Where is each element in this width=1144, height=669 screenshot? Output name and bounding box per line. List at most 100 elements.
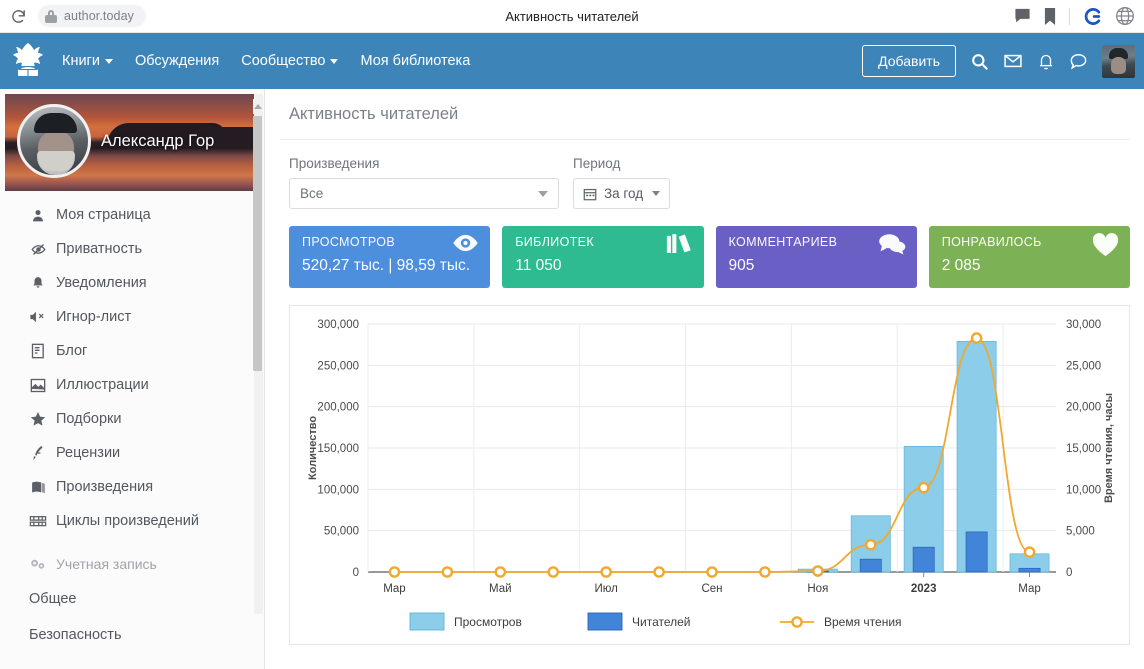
line-marker-reading-time[interactable]: [1023, 546, 1036, 558]
sidebar-item-illustrations[interactable]: Иллюстрации: [0, 368, 264, 402]
nav-link-books-label: Книги: [62, 53, 100, 69]
sidebar-item-work-cycles[interactable]: Циклы произведений: [0, 504, 264, 538]
bell-icon[interactable]: [1037, 52, 1055, 71]
y2-axis-tick-label: 5,000: [1066, 526, 1095, 538]
y2-axis-title: Время чтения, часы: [1103, 393, 1115, 503]
sidebar-item-label: Подборки: [56, 411, 122, 427]
y-axis-tick-label: 300,000: [317, 319, 359, 331]
y-axis-tick-label: 0: [353, 567, 359, 579]
sidebar-item-label: Блог: [56, 343, 88, 359]
address-bar[interactable]: author.today: [38, 5, 147, 27]
panel-header: Активность читателей: [280, 89, 1130, 140]
sidebar-scroll-thumb[interactable]: [253, 116, 262, 371]
sidebar-item-general[interactable]: Общее: [0, 581, 264, 617]
sidebar-item-notifications[interactable]: Уведомления: [0, 266, 264, 300]
line-marker-reading-time[interactable]: [388, 566, 401, 578]
filter-period-label: Период: [573, 156, 621, 171]
nav-link-community[interactable]: Сообщество: [241, 53, 339, 69]
stat-card-value: 11 050: [515, 257, 562, 274]
sidebar-item-reviews[interactable]: Рецензии: [0, 436, 264, 470]
reader-activity-chart[interactable]: 0 0 50,000 5,000 100,000 10,000 150,000 15,000 2…: [290, 306, 1136, 644]
sidebar-item-blog[interactable]: Блог: [0, 334, 264, 368]
comments-icon: [878, 233, 906, 260]
nav-link-books[interactable]: Книги: [62, 53, 113, 69]
book-icon: [29, 480, 47, 495]
line-marker-reading-time[interactable]: [970, 332, 983, 344]
sidebar-item-ignore-list[interactable]: Игнор-лист: [0, 300, 264, 334]
line-marker-reading-time[interactable]: [864, 538, 877, 551]
legend-label: Просмотров: [454, 615, 522, 629]
image-icon: [29, 378, 47, 393]
sidebar-item-my-page[interactable]: Моя страница: [0, 198, 264, 232]
search-icon[interactable]: [970, 52, 989, 71]
globe-icon[interactable]: [1115, 6, 1135, 26]
bar-readers[interactable]: [965, 531, 988, 573]
note-edit-icon: [29, 343, 47, 359]
chat-bubble-icon[interactable]: [1069, 52, 1088, 71]
legend-marker: [791, 616, 803, 628]
address-bar-url: author.today: [64, 9, 135, 23]
extension-c-icon[interactable]: [1083, 7, 1102, 26]
y2-axis-tick-label: 10,000: [1066, 484, 1101, 496]
stat-card-libraries[interactable]: БИБЛИОТЕК 11 050: [502, 226, 704, 288]
line-marker-reading-time[interactable]: [653, 566, 665, 578]
stat-card-comments[interactable]: КОММЕНТАРИЕВ 905: [715, 226, 917, 288]
line-marker-reading-time[interactable]: [759, 566, 771, 578]
works-select[interactable]: Все: [289, 178, 559, 209]
y2-axis-tick-label: 25,000: [1066, 360, 1101, 372]
author-today-logo[interactable]: [6, 39, 50, 83]
avatar[interactable]: [1102, 44, 1135, 78]
books-icon: [666, 233, 693, 260]
reload-icon[interactable]: [8, 6, 28, 26]
y2-axis-tick-label: 0: [1066, 567, 1072, 579]
scroll-up-arrow-icon[interactable]: [253, 99, 262, 114]
chevron-down-icon: [538, 190, 548, 197]
period-select[interactable]: За год: [573, 178, 671, 209]
nav-link-community-label: Сообщество: [241, 53, 326, 69]
sidebar-scrollbar[interactable]: [253, 94, 263, 614]
y-axis-tick-label: 100,000: [317, 484, 359, 496]
line-marker-reading-time[interactable]: [917, 481, 930, 494]
nav-link-discussions[interactable]: Обсуждения: [135, 53, 219, 69]
x-axis-tick-label: Ноя: [807, 583, 828, 595]
quill-icon: [29, 445, 47, 461]
y-axis-tick-label: 200,000: [317, 402, 359, 414]
sidebar-item-security[interactable]: Безопасность: [0, 617, 264, 653]
mute-icon: [29, 310, 47, 324]
nav-link-my-library[interactable]: Моя библиотека: [360, 53, 470, 69]
books-stack-icon: [29, 514, 47, 529]
sidebar-item-works[interactable]: Произведения: [0, 470, 264, 504]
sidebar-item-privacy[interactable]: Приватность: [0, 232, 264, 266]
chevron-down-icon: [652, 191, 661, 196]
bell-icon: [29, 275, 47, 291]
envelope-icon[interactable]: [1003, 51, 1023, 71]
stat-card-label: БИБЛИОТЕК: [515, 235, 594, 249]
line-marker-reading-time[interactable]: [494, 566, 507, 578]
main-content: Активность читателей Произведения Все Пе…: [265, 89, 1144, 669]
navbar-links: Книги Обсуждения Сообщество Моя библиоте…: [62, 53, 470, 69]
filter-period: Период За год: [573, 156, 671, 209]
browser-chrome-left: author.today: [0, 5, 147, 27]
profile-banner[interactable]: Александр Гор: [5, 94, 259, 191]
stat-card-likes[interactable]: ПОНРАВИЛОСЬ 2 085: [928, 226, 1130, 288]
stat-card-views[interactable]: ПРОСМОТРОВ 520,27 тыс. | 98,59 тыс.: [289, 226, 491, 288]
bar-readers[interactable]: [859, 558, 882, 573]
user-icon: [29, 208, 47, 223]
line-marker-reading-time[interactable]: [547, 566, 560, 578]
eye-slash-icon: [29, 242, 47, 257]
line-marker-reading-time[interactable]: [706, 566, 718, 578]
bookmark-icon[interactable]: [1044, 7, 1056, 25]
add-button[interactable]: Добавить: [862, 45, 956, 77]
bar-readers[interactable]: [1018, 567, 1041, 573]
line-marker-reading-time[interactable]: [812, 565, 824, 577]
y-axis-tick-label: 50,000: [324, 526, 359, 538]
sidebar-item-collections[interactable]: Подборки: [0, 402, 264, 436]
chrome-divider: [1069, 7, 1070, 25]
filters-row: Произведения Все Период За год: [280, 140, 1130, 209]
bar-readers[interactable]: [912, 546, 935, 573]
legend-swatch: [409, 612, 445, 631]
line-marker-reading-time[interactable]: [600, 566, 612, 578]
comment-icon[interactable]: [1014, 8, 1031, 24]
profile-avatar[interactable]: [17, 104, 91, 178]
line-marker-reading-time[interactable]: [441, 566, 454, 578]
